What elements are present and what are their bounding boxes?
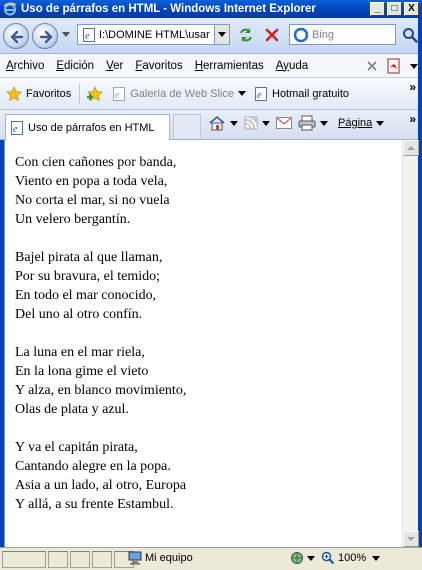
status-cell	[48, 550, 68, 568]
chevron-down-icon	[407, 537, 415, 541]
chevron-down-icon	[238, 91, 246, 96]
chevron-down-icon	[376, 120, 385, 126]
chevron-down-icon[interactable]	[372, 555, 381, 561]
svg-text:e: e	[13, 124, 18, 135]
search-box[interactable]: Bing	[289, 24, 396, 45]
mail-icon	[276, 117, 292, 129]
page-icon: e	[11, 120, 23, 135]
poem: Con cien cañones por banda, Viento en po…	[15, 153, 186, 533]
svg-text:e: e	[85, 31, 90, 42]
chevron-down-icon	[230, 120, 238, 126]
menu-herramientas[interactable]: Herramientas	[189, 60, 270, 72]
close-button[interactable]: X	[404, 2, 419, 16]
page-content: Con cien cañones por banda, Viento en po…	[4, 140, 402, 547]
forward-arrow-icon	[39, 30, 53, 44]
status-cell	[92, 550, 112, 568]
paragraph: Con cien cañones por banda, Viento en po…	[15, 155, 177, 227]
zoom-icon	[321, 551, 335, 565]
separator	[79, 83, 81, 104]
window-border	[418, 18, 422, 570]
chevron-down-icon	[307, 555, 315, 561]
recent-pages-dropdown[interactable]	[62, 32, 70, 37]
address-dropdown-button[interactable]	[214, 25, 229, 44]
mail-button[interactable]	[276, 117, 292, 129]
rss-feed-icon	[244, 116, 258, 130]
refresh-button[interactable]	[236, 25, 256, 45]
window-title: Uso de párrafos en HTML - Windows Intern…	[21, 3, 316, 15]
vertical-scrollbar[interactable]	[402, 140, 419, 547]
svg-text:e: e	[115, 90, 120, 101]
computer-icon	[128, 551, 142, 565]
page-icon: e	[83, 27, 95, 42]
maximize-button[interactable]: □	[387, 2, 402, 16]
back-arrow-icon	[10, 30, 24, 44]
favorites-button[interactable]: Favoritos	[6, 85, 71, 102]
search-icon	[402, 27, 418, 43]
status-cell	[2, 550, 46, 568]
add-favorites-button[interactable]	[86, 85, 104, 102]
overflow-chevron-icon[interactable]: »	[409, 80, 416, 94]
paragraph: La luna en el mar riela, En la lona gime…	[15, 345, 187, 417]
chevron-down-icon	[218, 32, 226, 37]
status-cell	[70, 550, 90, 568]
command-bar: Página	[208, 115, 385, 131]
scroll-up-button[interactable]	[403, 140, 419, 156]
page-menu-button[interactable]: Página	[338, 117, 385, 129]
title-bar: Uso de párrafos en HTML - Windows Intern…	[0, 0, 422, 18]
web-slice-gallery-link[interactable]: e Galería de Web Slice	[112, 86, 246, 101]
status-bar: Mi equipo 100%	[0, 547, 422, 570]
menu-favoritos[interactable]: Favoritos	[129, 60, 188, 72]
tab-active[interactable]: e Uso de párrafos en HTML	[5, 114, 170, 140]
page-icon: e	[255, 86, 267, 101]
refresh-icon	[240, 28, 252, 42]
search-placeholder: Bing	[312, 28, 335, 41]
chevron-down-icon[interactable]	[410, 63, 418, 69]
hotmail-link[interactable]: e Hotmail gratuito	[254, 86, 349, 101]
add-to-favorites-icon	[87, 85, 104, 101]
favorites-bar: Favoritos e Galería de Web Slice e Hotma…	[0, 78, 422, 110]
paragraph: Y va el capitán pirata, Cantando alegre …	[15, 440, 187, 512]
star-icon	[6, 85, 22, 101]
address-toolbar: e I:\DOMINE HTML\usar Bing	[0, 18, 422, 54]
convert-pdf-icon[interactable]	[386, 58, 402, 74]
zoom-button[interactable]: 100%	[321, 551, 366, 565]
chevron-down-icon	[262, 120, 270, 126]
printer-icon	[298, 115, 316, 131]
tab-bar: e Uso de párrafos en HTML Página »	[0, 110, 422, 140]
forward-button[interactable]	[32, 23, 58, 49]
tab-label: Uso de párrafos en HTML	[28, 121, 155, 134]
feeds-button[interactable]	[244, 116, 270, 130]
menu-archivo[interactable]: Archivo	[0, 60, 50, 72]
stop-icon	[265, 28, 279, 42]
address-input[interactable]: I:\DOMINE HTML\usar	[99, 29, 214, 41]
menu-ayuda[interactable]: Ayuda	[270, 60, 314, 72]
page-icon: e	[113, 86, 126, 101]
menu-ver[interactable]: Ver	[100, 60, 129, 72]
chevron-down-icon	[320, 120, 328, 126]
new-tab-button[interactable]	[173, 114, 201, 138]
print-button[interactable]	[298, 115, 328, 131]
menu-bar: Archivo Edición Ver Favoritos Herramient…	[0, 54, 422, 78]
overflow-chevron-icon[interactable]: »	[409, 112, 416, 126]
minimize-button[interactable]: _	[370, 2, 385, 16]
stop-button[interactable]	[262, 25, 282, 45]
svg-text:e: e	[257, 90, 262, 101]
security-zone[interactable]: Mi equipo	[128, 551, 193, 565]
close-menu-icon[interactable]	[366, 60, 378, 72]
protected-mode-button[interactable]	[290, 551, 315, 565]
bing-icon	[293, 27, 309, 42]
search-button[interactable]	[399, 24, 420, 45]
ie-logo-icon	[3, 2, 17, 16]
address-bar[interactable]: e I:\DOMINE HTML\usar	[77, 24, 230, 45]
chevron-up-icon	[407, 146, 415, 150]
home-button[interactable]	[208, 115, 238, 131]
home-icon	[209, 115, 225, 131]
paragraph: Bajel pirata al que llaman, Por su bravu…	[15, 250, 163, 322]
globe-icon	[291, 552, 303, 564]
menu-edicion[interactable]: Edición	[50, 60, 100, 72]
scroll-down-button[interactable]	[403, 531, 419, 547]
back-button[interactable]	[3, 23, 29, 49]
